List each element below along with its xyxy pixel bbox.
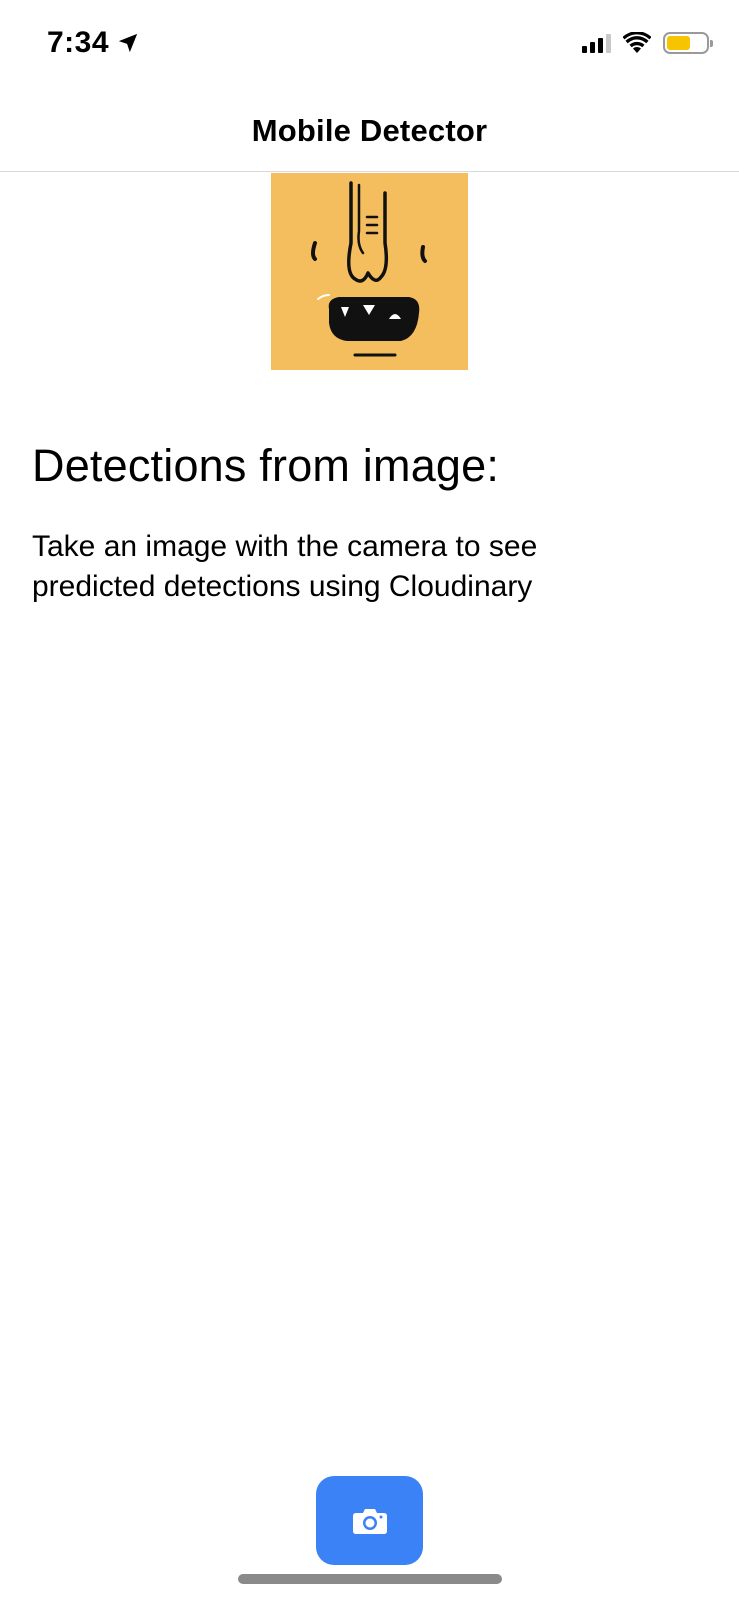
home-indicator[interactable] — [238, 1574, 502, 1584]
status-bar: 7:34 — [0, 0, 739, 90]
camera-icon — [352, 1508, 387, 1534]
wifi-icon — [623, 32, 651, 53]
navigation-bar: Mobile Detector — [0, 90, 739, 172]
camera-button[interactable] — [316, 1476, 423, 1565]
cellular-signal-icon — [582, 33, 611, 53]
detections-heading: Detections from image: — [32, 440, 500, 491]
app-screen: 7:34 Mobile Detector Detections from ima… — [0, 0, 739, 1600]
preview-image — [271, 173, 468, 370]
battery-fill — [667, 36, 690, 50]
location-arrow-icon — [118, 33, 138, 53]
battery-icon — [663, 32, 713, 54]
cartoon-face-illustration — [271, 173, 468, 370]
page-title: Mobile Detector — [251, 112, 488, 148]
status-time: 7:34 — [47, 26, 139, 60]
status-icons — [582, 32, 713, 54]
detections-description: Take an image with the camera to see pre… — [32, 530, 538, 603]
status-time-text: 7:34 — [47, 26, 110, 59]
